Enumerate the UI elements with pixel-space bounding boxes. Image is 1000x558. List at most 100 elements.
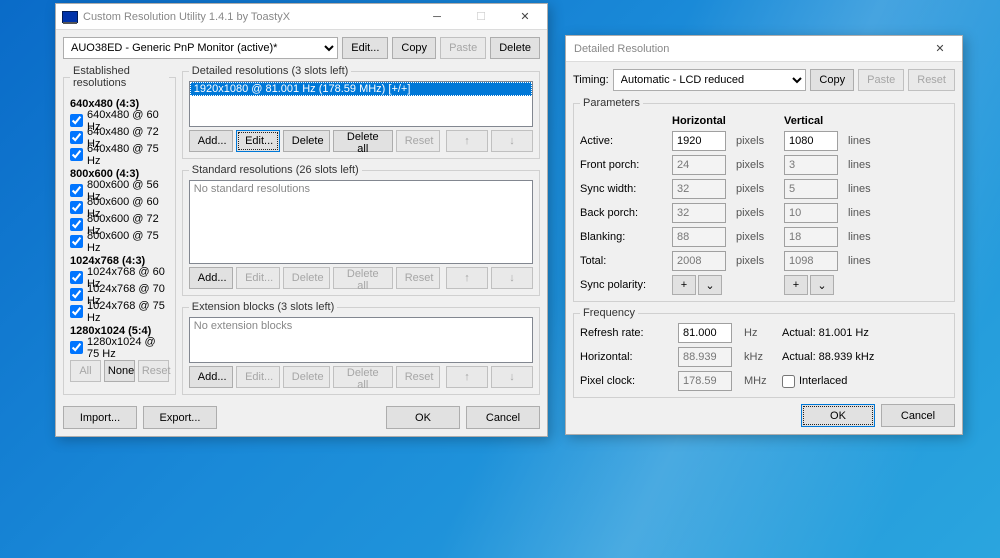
polarity-label: Sync polarity: — [580, 279, 664, 291]
detailed-down[interactable]: ↓ — [491, 130, 533, 152]
detailed-deleteall[interactable]: Delete all — [333, 130, 393, 152]
h-polarity[interactable]: +⌄ — [672, 275, 728, 295]
extension-add[interactable]: Add... — [189, 366, 233, 388]
res-checkbox[interactable]: 1280x1024 @ 75 Hz — [70, 339, 169, 356]
standard-reset[interactable]: Reset — [396, 267, 440, 289]
dr-close-button[interactable]: ✕ — [918, 36, 962, 62]
extension-legend: Extension blocks (3 slots left) — [189, 301, 337, 313]
v-polarity[interactable]: +⌄ — [784, 275, 840, 295]
standard-deleteall[interactable]: Delete all — [333, 267, 393, 289]
standard-down[interactable]: ↓ — [491, 267, 533, 289]
timing-select[interactable]: Automatic - LCD reduced — [613, 69, 807, 91]
back-label: Back porch: — [580, 207, 664, 219]
paste-button[interactable]: Paste — [440, 37, 486, 59]
extension-deleteall[interactable]: Delete all — [333, 366, 393, 388]
established-legend: Established resolutions — [70, 65, 169, 89]
timing-label: Timing: — [573, 74, 609, 86]
front-v[interactable] — [784, 155, 838, 175]
titlebar: Custom Resolution Utility 1.4.1 by Toast… — [56, 4, 547, 30]
front-h[interactable] — [672, 155, 726, 175]
detailed-add[interactable]: Add... — [189, 130, 233, 152]
total-h[interactable] — [672, 251, 726, 271]
back-h[interactable] — [672, 203, 726, 223]
interlaced-check[interactable]: Interlaced — [782, 375, 912, 388]
extension-edit[interactable]: Edit... — [236, 366, 280, 388]
blank-label: Blanking: — [580, 231, 664, 243]
standard-delete[interactable]: Delete — [283, 267, 330, 289]
cancel-button[interactable]: Cancel — [466, 406, 540, 429]
dr-titlebar: Detailed Resolution ✕ — [566, 36, 962, 62]
sync-label: Sync width: — [580, 183, 664, 195]
res-checkbox[interactable]: 640x480 @ 75 Hz — [70, 146, 169, 163]
horiz-label: Horizontal: — [580, 351, 670, 363]
back-v[interactable] — [784, 203, 838, 223]
horiz-input[interactable] — [678, 347, 732, 367]
standard-add[interactable]: Add... — [189, 267, 233, 289]
app-icon — [62, 11, 78, 23]
res-checkbox[interactable]: 1024x768 @ 75 Hz — [70, 303, 169, 320]
standard-edit[interactable]: Edit... — [236, 267, 280, 289]
detailed-up[interactable]: ↑ — [446, 130, 488, 152]
dr-paste[interactable]: Paste — [858, 69, 904, 91]
extension-delete[interactable]: Delete — [283, 366, 330, 388]
extension-reset[interactable]: Reset — [396, 366, 440, 388]
extension-list[interactable]: No extension blocks — [189, 317, 533, 363]
res-checkbox[interactable]: 800x600 @ 75 Hz — [70, 233, 169, 250]
close-button[interactable]: ✕ — [503, 4, 547, 30]
refresh-input[interactable] — [678, 323, 732, 343]
detailed-group: Detailed resolutions (3 slots left) 1920… — [182, 65, 540, 159]
all-button[interactable]: All — [70, 360, 101, 382]
extension-empty: No extension blocks — [190, 318, 532, 334]
blank-v[interactable] — [784, 227, 838, 247]
refresh-label: Refresh rate: — [580, 327, 670, 339]
total-v[interactable] — [784, 251, 838, 271]
blank-h[interactable] — [672, 227, 726, 247]
sync-v[interactable] — [784, 179, 838, 199]
horiz-actual: Actual: 88.939 kHz — [782, 351, 912, 363]
standard-empty: No standard resolutions — [190, 181, 532, 197]
copy-button[interactable]: Copy — [392, 37, 436, 59]
standard-list[interactable]: No standard resolutions — [189, 180, 533, 264]
standard-legend: Standard resolutions (26 slots left) — [189, 164, 362, 176]
front-label: Front porch: — [580, 159, 664, 171]
frequency-group: Frequency Refresh rate: Hz Actual: 81.00… — [573, 307, 955, 398]
established-group: Established resolutions 640x480 (4:3)640… — [63, 65, 176, 395]
dr-ok[interactable]: OK — [801, 404, 875, 427]
window-title: Custom Resolution Utility 1.4.1 by Toast… — [83, 11, 415, 23]
reset-est-button[interactable]: Reset — [138, 360, 169, 382]
detailed-item[interactable]: 1920x1080 @ 81.001 Hz (178.59 MHz) [+/+] — [190, 82, 532, 96]
dr-title: Detailed Resolution — [566, 43, 918, 55]
pixel-input[interactable] — [678, 371, 732, 391]
active-h[interactable] — [672, 131, 726, 151]
extension-down[interactable]: ↓ — [491, 366, 533, 388]
parameters-group: Parameters Horizontal Vertical Active: p… — [573, 97, 955, 302]
dr-copy[interactable]: Copy — [810, 69, 854, 91]
active-v[interactable] — [784, 131, 838, 151]
detailed-list[interactable]: 1920x1080 @ 81.001 Hz (178.59 MHz) [+/+] — [189, 81, 533, 127]
detailed-edit[interactable]: Edit... — [236, 130, 280, 152]
none-button[interactable]: None — [104, 360, 135, 382]
detailed-delete[interactable]: Delete — [283, 130, 330, 152]
frequency-legend: Frequency — [580, 307, 638, 319]
standard-up[interactable]: ↑ — [446, 267, 488, 289]
active-label: Active: — [580, 135, 664, 147]
detailed-reset[interactable]: Reset — [396, 130, 440, 152]
sync-h[interactable] — [672, 179, 726, 199]
maximize-button[interactable]: ☐ — [459, 4, 503, 30]
monitor-select[interactable]: AUO38ED - Generic PnP Monitor (active)* — [63, 37, 338, 59]
dr-reset[interactable]: Reset — [908, 69, 955, 91]
export-button[interactable]: Export... — [143, 406, 217, 429]
pixel-label: Pixel clock: — [580, 375, 670, 387]
total-label: Total: — [580, 255, 664, 267]
refresh-actual: Actual: 81.001 Hz — [782, 327, 912, 339]
hdr-horizontal: Horizontal — [672, 115, 728, 127]
delete-button[interactable]: Delete — [490, 37, 540, 59]
dr-cancel[interactable]: Cancel — [881, 404, 955, 427]
edit-monitor-button[interactable]: Edit... — [342, 37, 388, 59]
import-button[interactable]: Import... — [63, 406, 137, 429]
extension-up[interactable]: ↑ — [446, 366, 488, 388]
minimize-button[interactable]: ─ — [415, 4, 459, 30]
ok-button[interactable]: OK — [386, 406, 460, 429]
parameters-legend: Parameters — [580, 97, 643, 109]
hdr-vertical: Vertical — [784, 115, 840, 127]
